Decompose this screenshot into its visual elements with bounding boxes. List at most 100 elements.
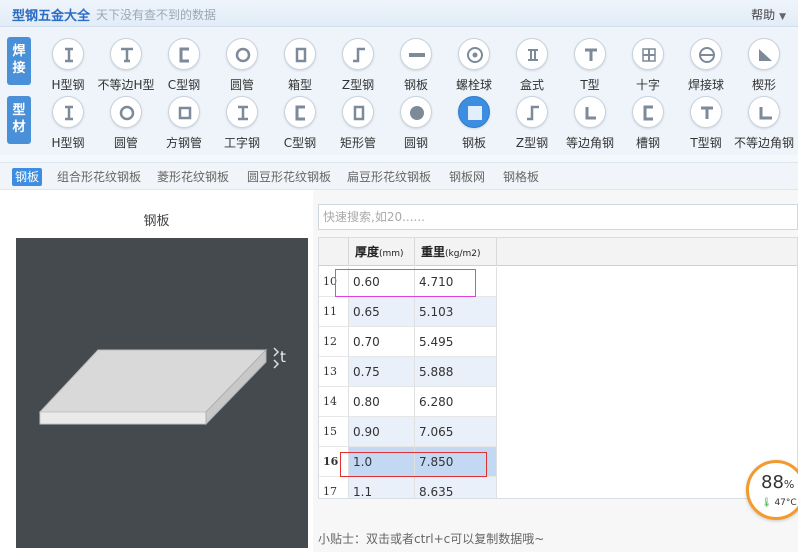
subtab-1[interactable]: 组合形花纹钢板 [54,168,144,186]
shape-item-round-pipe[interactable]: 圆管 [97,94,155,150]
table-row[interactable]: 12 0.70 5.495 [319,327,497,357]
shape-item-square-tube[interactable]: 方钢管 [155,94,213,150]
highlight-box-red [340,452,487,477]
cell-thickness[interactable]: 0.75 [349,357,415,387]
shape-item-unequal-angle[interactable]: 不等边角钢 [734,94,794,150]
shape-item-cross-section[interactable]: 十字 [619,36,677,92]
z-section-icon [516,96,548,128]
shape-item-z-section[interactable]: Z型钢 [503,94,561,150]
shape-item-label: 不等边角钢 [733,136,794,150]
table-header: 厚度(mm) 重里(kg/m2) [319,238,797,266]
cell-thickness[interactable]: 0.70 [349,327,415,357]
row-number: 15 [319,417,349,447]
shape-item-c-channel[interactable]: C型钢 [271,94,329,150]
thermometer-icon: 🌡 [761,498,773,508]
cell-weight[interactable]: 6.280 [415,387,497,417]
subtab-4[interactable]: 扁豆形花纹钢板 [344,168,434,186]
cell-thickness[interactable]: 0.90 [349,417,415,447]
app-title: 型钢五金大全 [12,9,91,24]
shape-item-steel-plate[interactable]: 钢板 [445,94,503,150]
shape-item-z-section[interactable]: Z型钢 [329,36,387,92]
chevron-down-icon: ▼ [779,12,786,22]
shape-item-h-beam[interactable]: H型钢 [39,94,97,150]
shape-item-rect-tube[interactable]: 矩形管 [329,94,387,150]
i-beam-icon [226,96,258,128]
help-menu[interactable]: 帮助 ▼ [751,6,786,23]
shape-item-unequal-h-beam[interactable]: 不等边H型 [97,36,155,92]
shape-item-round-pipe[interactable]: 圆管 [213,36,271,92]
c-channel-icon [168,38,200,70]
shape-item-wedge[interactable]: 楔形 [735,36,793,92]
data-table[interactable]: 厚度(mm) 重里(kg/m2) 10 0.60 4.710 11 0.65 5.103 1… [318,237,798,499]
shape-item-box-section[interactable]: 箱型 [271,36,329,92]
subtab-6[interactable]: 钢格板 [500,168,542,186]
t-section-icon [574,38,606,70]
subtab-3[interactable]: 圆豆形花纹钢板 [244,168,334,186]
row-number: 13 [319,357,349,387]
shape-item-t-section[interactable]: T型钢 [677,94,735,150]
unequal-h-beam-icon [110,38,142,70]
cell-weight[interactable]: 5.495 [415,327,497,357]
bolt-ball-icon [458,38,490,70]
t-section-icon [690,96,722,128]
h-beam-icon [52,38,84,70]
z-section-icon [342,38,374,70]
cell-weight[interactable]: 5.888 [415,357,497,387]
shape-item-i-beam[interactable]: 工字钢 [213,94,271,150]
shape-item-c-channel[interactable]: C型钢 [155,36,213,92]
system-monitor-widget[interactable]: 88% 🌡 47°C [746,460,798,520]
row-number: 14 [319,387,349,417]
subtab-2[interactable]: 菱形花纹钢板 [154,168,232,186]
highlight-box-pink [335,269,476,297]
shape-item-t-section[interactable]: T型 [561,36,619,92]
shape-item-round-bar[interactable]: 圆钢 [387,94,445,150]
table-row[interactable]: 15 0.90 7.065 [319,417,497,447]
title-bar: 型钢五金大全 天下没有查不到的数据 帮助 ▼ [0,0,798,27]
table-row[interactable]: 11 0.65 5.103 [319,297,497,327]
shape-item-box-type[interactable]: 盒式 [503,36,561,92]
table-row[interactable]: 13 0.75 5.888 [319,357,497,387]
temperature: 🌡 47°C [761,498,797,508]
steel-plate-icon [400,38,432,70]
thickness-label: t [280,348,286,366]
row-number: 12 [319,327,349,357]
shape-item-bolt-ball[interactable]: 螺栓球 [445,36,503,92]
shape-item-steel-plate[interactable]: 钢板 [387,36,445,92]
box-section-icon [284,38,316,70]
subtab-5[interactable]: 钢板网 [446,168,488,186]
shape-preview-panel: 钢板 t [0,190,313,552]
search-input[interactable] [318,204,798,230]
cell-weight[interactable]: 7.065 [415,417,497,447]
cell-thickness[interactable]: 0.65 [349,297,415,327]
subtab-0[interactable]: 钢板 [12,168,43,186]
shape-item-h-beam[interactable]: H型钢 [39,36,97,92]
wedge-icon [748,38,780,70]
rect-tube-icon [342,96,374,128]
shape-item-equal-angle[interactable]: 等边角钢 [561,94,619,150]
category-tag-profile: 型材 [7,96,31,144]
subtab-bar: 钢板 组合形花纹钢板 菱形花纹钢板 圆豆形花纹钢板 扁豆形花纹钢板 钢板网 钢格板 [0,162,798,190]
table-row[interactable]: 17 1.1 8.635 [319,477,497,498]
cpu-percent: 88% [761,472,795,493]
shape-item-channel[interactable]: 槽钢 [619,94,677,150]
data-panel: 厚度(mm) 重里(kg/m2) 100.604.710110.655.1031… [313,190,798,552]
cell-thickness[interactable]: 1.1 [349,477,415,498]
box-type-icon [516,38,548,70]
row-number-header [319,238,349,266]
column-header-thickness[interactable]: 厚度(mm) [349,238,415,266]
table-row[interactable]: 14 0.80 6.280 [319,387,497,417]
preview-title: 钢板 [143,214,170,229]
cell-weight[interactable]: 5.103 [415,297,497,327]
h-beam-icon [52,96,84,128]
cell-thickness[interactable]: 0.80 [349,387,415,417]
shape-item-welded-ball[interactable]: 焊接球 [677,36,735,92]
tip-text: 小贴士：双击或者ctrl+c可以复制数据哦~ [318,532,545,546]
cell-weight[interactable]: 8.635 [415,477,497,498]
channel-icon [632,96,664,128]
column-header-weight[interactable]: 重里(kg/m2) [415,238,497,266]
app-slogan: 天下没有查不到的数据 [96,8,217,22]
category-panel: 焊接 型材 H型钢 不等边H型 C型钢 圆管 箱型 Z型钢 钢板 螺栓球 盒式 T型 十字 焊接球 楔形… [0,28,798,155]
round-pipe-icon [226,38,258,70]
round-pipe-icon [110,96,142,128]
welded-ball-icon [690,38,722,70]
